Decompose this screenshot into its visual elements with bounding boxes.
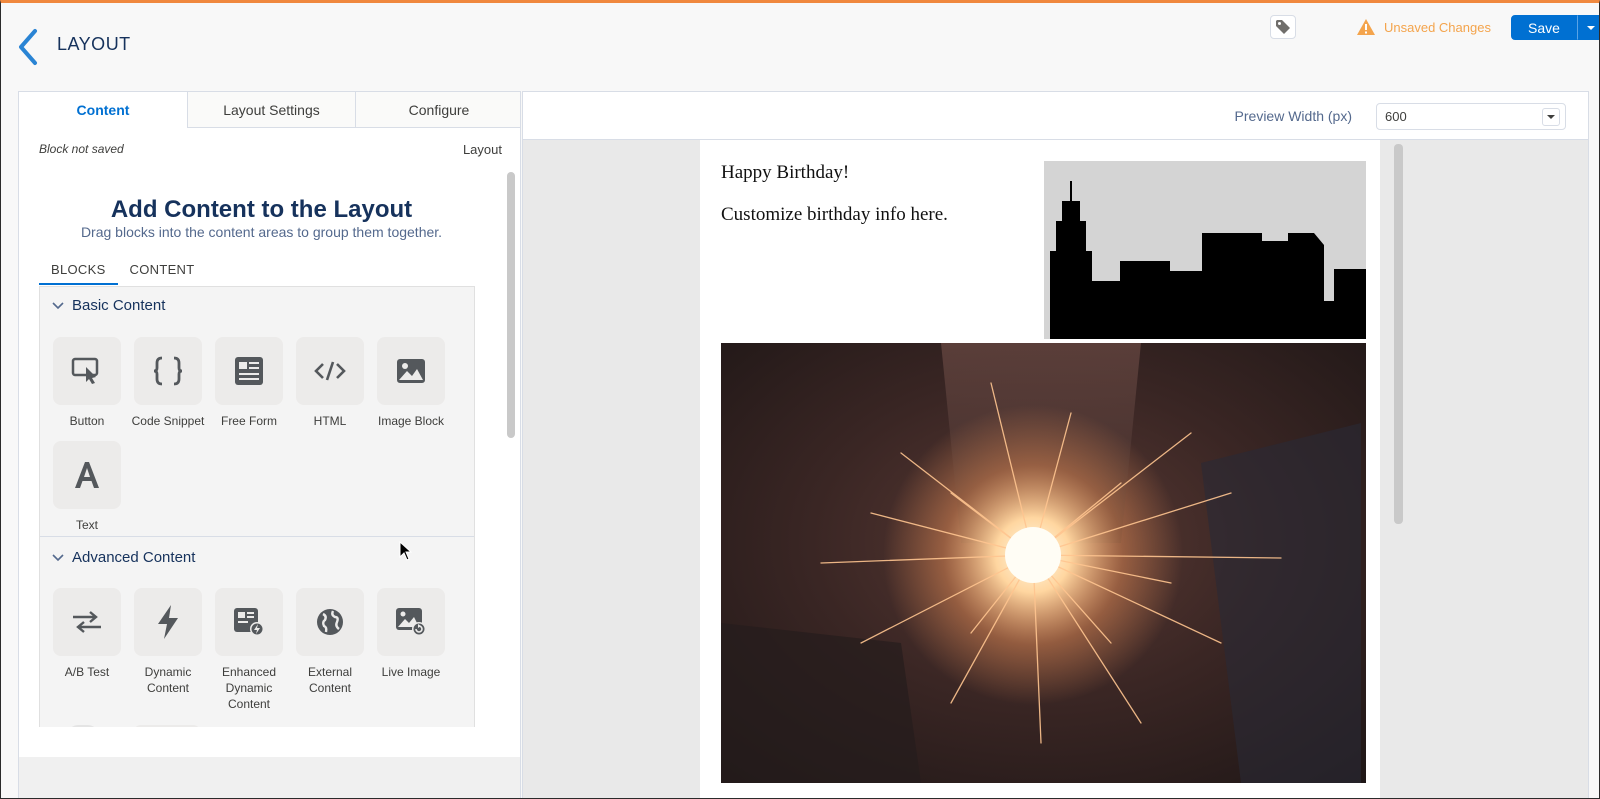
preview-panel: Preview Width (px) 600 Happy Birthday! C… xyxy=(522,91,1589,798)
add-content-heading: Add Content to the Layout xyxy=(110,196,413,223)
preview-scrollbar[interactable] xyxy=(1394,144,1403,524)
block-status: Block not saved xyxy=(39,142,124,156)
block-tile xyxy=(134,337,202,405)
unsaved-changes-text: Unsaved Changes xyxy=(1384,19,1491,35)
email-greeting[interactable]: Happy Birthday! xyxy=(721,162,849,184)
panel-footer xyxy=(19,757,520,798)
block-tile xyxy=(377,588,445,656)
preview-width-select[interactable]: 600 xyxy=(1376,103,1566,130)
block-tile xyxy=(53,588,121,656)
block-tile xyxy=(134,588,202,656)
add-content-subheading: Drag blocks into the content areas to gr… xyxy=(80,224,443,240)
block-label: Code Snippet xyxy=(131,414,205,428)
block-html[interactable]: HTML xyxy=(289,337,371,429)
code-snippet-icon xyxy=(153,356,183,386)
block-tile xyxy=(215,588,283,656)
preview-width-value: 600 xyxy=(1385,109,1407,124)
sparkler-photo[interactable] xyxy=(721,343,1366,783)
back-button[interactable] xyxy=(13,27,43,67)
section-basic-title: Basic Content xyxy=(72,297,166,314)
preview-width-label: Preview Width (px) xyxy=(1234,108,1352,124)
city-skyline-image[interactable] xyxy=(1044,161,1366,339)
block-ab-test[interactable]: A/B Test xyxy=(46,588,128,680)
block-label: Text xyxy=(75,518,98,532)
subtab-content[interactable]: CONTENT xyxy=(118,262,207,285)
caret-down-icon xyxy=(1547,114,1555,119)
block-image[interactable]: Image Block xyxy=(370,337,452,429)
block-content-subtabs: BLOCKS CONTENT xyxy=(39,262,206,285)
tab-content[interactable]: Content xyxy=(19,92,187,128)
caret-down-icon xyxy=(1586,25,1595,30)
block-tile xyxy=(53,441,121,509)
tab-layout-settings[interactable]: Layout Settings xyxy=(187,92,355,127)
chevron-left-icon xyxy=(19,29,37,65)
panel-tabs: Content Layout Settings Configure xyxy=(19,92,520,128)
email-body-text[interactable]: Customize birthday info here. xyxy=(721,204,948,226)
warning-icon xyxy=(1357,19,1375,35)
block-label: Dynamic Content xyxy=(144,665,192,695)
block-tile xyxy=(215,337,283,405)
free-form-icon xyxy=(235,357,263,385)
block-free-form[interactable]: Free Form xyxy=(208,337,290,429)
section-advanced-title: Advanced Content xyxy=(72,549,196,566)
select-caret xyxy=(1542,108,1560,126)
block-external-content[interactable]: External Content xyxy=(289,588,371,696)
block-label: Free Form xyxy=(220,414,277,428)
page-title: LAYOUT xyxy=(57,34,131,54)
chevron-down-icon xyxy=(52,301,64,309)
tab-configure[interactable]: Configure xyxy=(355,92,520,127)
text-icon xyxy=(75,462,99,488)
block-enhanced-dynamic-content[interactable]: Enhanced Dynamic Content xyxy=(208,588,290,712)
block-dynamic-content[interactable]: Dynamic Content xyxy=(127,588,209,696)
save-button[interactable]: Save xyxy=(1511,15,1577,40)
panel-fade xyxy=(19,727,520,757)
enhanced-dynamic-icon xyxy=(234,608,264,636)
block-tile xyxy=(296,588,364,656)
content-panel: Content Layout Settings Configure Block … xyxy=(18,91,521,798)
lightning-icon xyxy=(158,605,178,639)
subtab-blocks[interactable]: BLOCKS xyxy=(39,262,118,285)
block-label: Enhanced Dynamic Content xyxy=(221,665,277,711)
block-code-snippet[interactable]: Code Snippet xyxy=(127,337,209,429)
block-live-image[interactable]: Live Image xyxy=(370,588,452,680)
block-tile xyxy=(296,337,364,405)
block-text[interactable]: Text xyxy=(46,441,128,533)
save-dropdown-button[interactable] xyxy=(1576,15,1599,40)
preview-toolbar: Preview Width (px) 600 xyxy=(523,92,1588,140)
block-label: HTML xyxy=(313,414,347,428)
section-advanced-content[interactable]: Advanced Content xyxy=(52,549,195,566)
tag-icon xyxy=(1276,20,1290,34)
unsaved-changes-indicator: Unsaved Changes xyxy=(1356,18,1491,36)
mouse-cursor-icon xyxy=(399,541,413,561)
block-label: Button xyxy=(69,414,105,428)
block-label: A/B Test xyxy=(64,665,110,679)
tag-button[interactable] xyxy=(1270,15,1296,39)
left-scrollbar[interactable] xyxy=(507,172,515,438)
section-basic-content[interactable]: Basic Content xyxy=(52,297,165,314)
app-frame: LAYOUT Unsaved Changes Save Content Layo… xyxy=(0,0,1600,799)
block-label: Image Block xyxy=(377,414,445,428)
html-icon xyxy=(314,361,346,381)
block-button[interactable]: Button xyxy=(46,337,128,429)
block-tile xyxy=(53,337,121,405)
layout-label: Layout xyxy=(462,142,502,157)
section-divider xyxy=(40,536,474,537)
ab-test-icon xyxy=(73,611,101,633)
status-row: Block not saved Layout xyxy=(39,142,502,157)
image-icon xyxy=(397,359,425,383)
chevron-down-icon xyxy=(52,553,64,561)
live-image-icon xyxy=(396,608,426,636)
globe-icon xyxy=(317,609,343,635)
block-label: External Content xyxy=(307,665,353,695)
block-tile xyxy=(377,337,445,405)
save-button-group: Save xyxy=(1511,15,1599,40)
button-icon xyxy=(71,357,99,384)
block-label: Live Image xyxy=(381,665,441,679)
email-preview: Happy Birthday! Customize birthday info … xyxy=(700,140,1380,798)
